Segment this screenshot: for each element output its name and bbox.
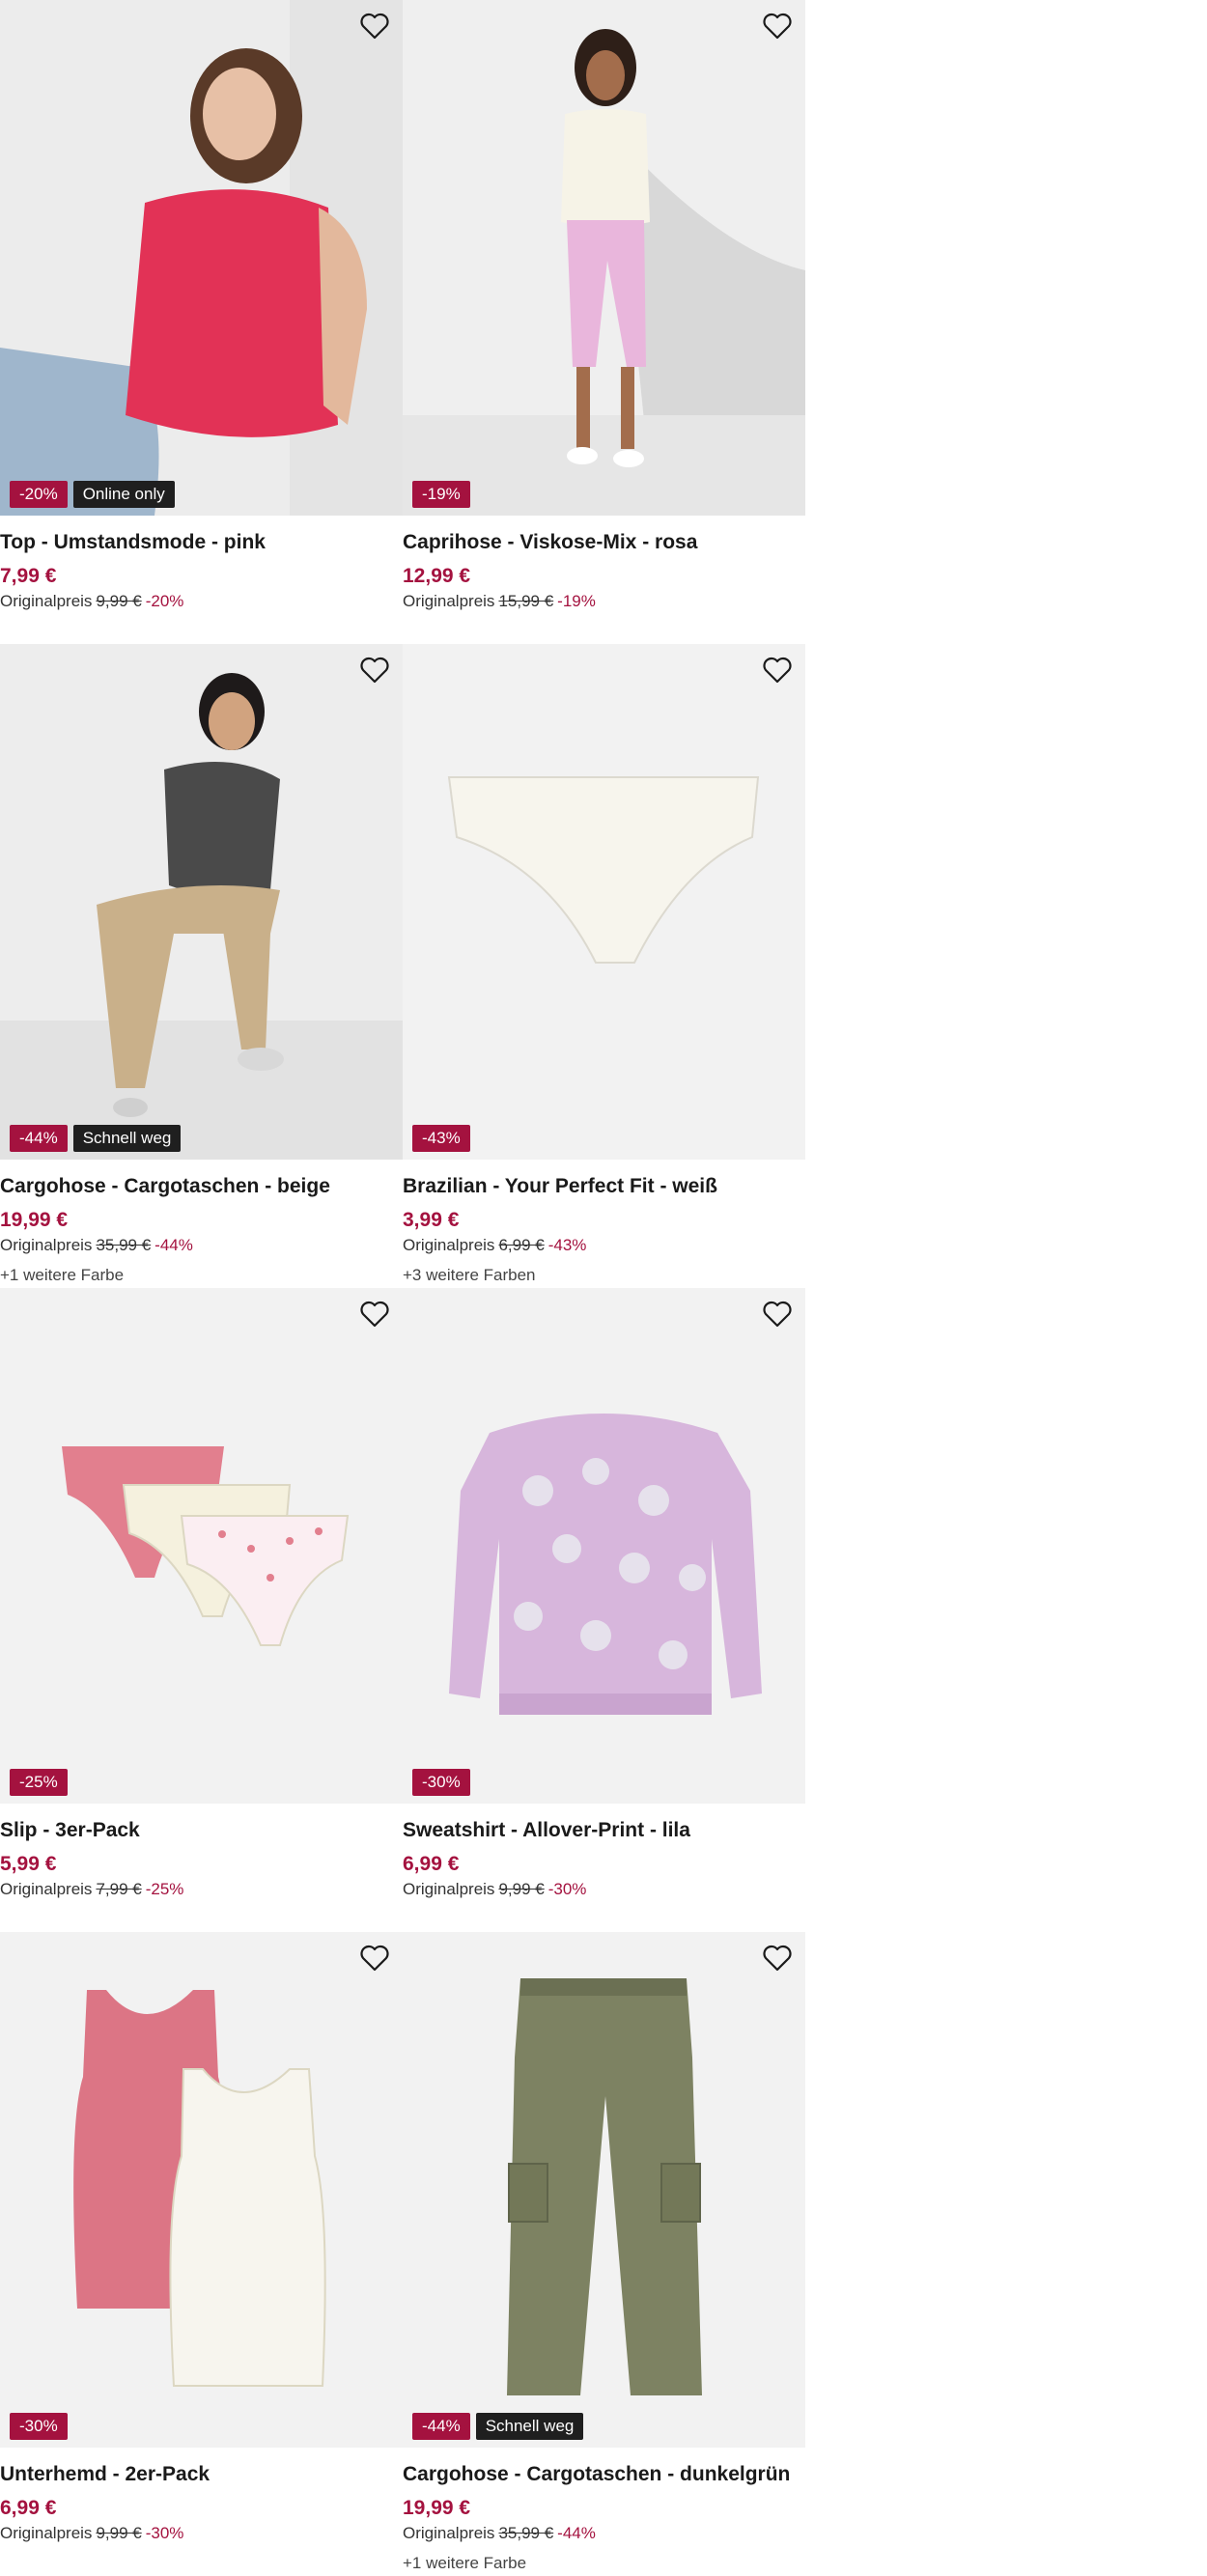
original-price: 7,99 € <box>96 1880 142 1898</box>
more-colors-link[interactable]: +3 weitere Farben <box>403 1266 536 1285</box>
discount-percent: -44% <box>154 1236 193 1254</box>
original-price-label: Originalpreis <box>0 1236 93 1254</box>
wishlist-button[interactable] <box>358 1942 391 1974</box>
product-price: 19,99 € <box>0 1209 69 1231</box>
schnell-weg-badge: Schnell weg <box>475 2413 584 2440</box>
discount-percent: -20% <box>145 592 184 610</box>
heart-outline-icon <box>360 657 389 684</box>
wishlist-button[interactable] <box>358 654 391 686</box>
original-price-label: Originalpreis <box>0 2524 93 2542</box>
product-image[interactable]: -43% <box>403 644 805 1160</box>
product-price: 7,99 € <box>0 565 57 587</box>
product-image[interactable]: -30% <box>0 1932 403 2448</box>
product-name[interactable]: Unterhemd - 2er-Pack <box>0 2463 210 2486</box>
product-image[interactable]: -25% <box>0 1288 403 1804</box>
discount-badge: -44% <box>10 1125 68 1152</box>
original-price-row: Originalpreis 6,99 € -43% <box>403 1236 586 1255</box>
original-price-label: Originalpreis <box>403 1236 495 1254</box>
discount-badge: -19% <box>412 481 470 508</box>
original-price-row: Originalpreis 35,99 € -44% <box>0 1236 193 1255</box>
wishlist-button[interactable] <box>761 1942 794 1974</box>
original-price-row: Originalpreis 9,99 € -30% <box>403 1880 586 1899</box>
original-price-row: Originalpreis 15,99 € -19% <box>403 592 596 611</box>
product-price: 5,99 € <box>0 1853 57 1875</box>
product-image[interactable]: -20% Online only <box>0 0 403 516</box>
product-name[interactable]: Brazilian - Your Perfect Fit - weiß <box>403 1175 717 1198</box>
product-name[interactable]: Cargohose - Cargotaschen - dunkelgrün <box>403 2463 790 2486</box>
heart-outline-icon <box>763 657 792 684</box>
original-price: 9,99 € <box>96 2524 142 2542</box>
heart-outline-icon <box>763 1945 792 1972</box>
discount-badge: -30% <box>412 1769 470 1796</box>
original-price-label: Originalpreis <box>403 1880 495 1898</box>
product-price: 12,99 € <box>403 565 471 587</box>
original-price-row: Originalpreis 9,99 € -20% <box>0 592 183 611</box>
original-price-row: Originalpreis 7,99 € -25% <box>0 1880 183 1899</box>
wishlist-button[interactable] <box>761 1298 794 1330</box>
product-price: 19,99 € <box>403 2497 471 2519</box>
heart-outline-icon <box>763 1301 792 1328</box>
discount-badge: -44% <box>412 2413 470 2440</box>
product-price: 6,99 € <box>403 1853 460 1875</box>
discount-percent: -43% <box>547 1236 587 1254</box>
wishlist-button[interactable] <box>358 10 391 42</box>
wishlist-button[interactable] <box>761 654 794 686</box>
discount-badge: -25% <box>10 1769 68 1796</box>
original-price: 6,99 € <box>498 1236 545 1254</box>
discount-percent: -25% <box>145 1880 184 1898</box>
badge-group: -30% <box>10 2413 68 2440</box>
badge-group: -43% <box>412 1125 470 1152</box>
product-price: 3,99 € <box>403 1209 460 1231</box>
discount-percent: -19% <box>557 592 596 610</box>
badge-group: -25% <box>10 1769 68 1796</box>
discount-percent: -30% <box>145 2524 184 2542</box>
badge-group: -30% <box>412 1769 470 1796</box>
original-price-label: Originalpreis <box>403 2524 495 2542</box>
heart-outline-icon <box>763 13 792 40</box>
wishlist-button[interactable] <box>358 1298 391 1330</box>
original-price-row: Originalpreis 35,99 € -44% <box>403 2524 596 2543</box>
heart-outline-icon <box>360 1301 389 1328</box>
original-price: 35,99 € <box>498 2524 554 2542</box>
original-price: 35,99 € <box>96 1236 152 1254</box>
badge-group: -20% Online only <box>10 481 175 508</box>
product-image[interactable]: -44% Schnell weg <box>403 1932 805 2448</box>
product-price: 6,99 € <box>0 2497 57 2519</box>
discount-percent: -30% <box>547 1880 587 1898</box>
more-colors-link[interactable]: +1 weitere Farbe <box>0 1266 124 1285</box>
discount-badge: -20% <box>10 481 68 508</box>
original-price-label: Originalpreis <box>0 1880 93 1898</box>
online-only-badge: Online only <box>72 481 175 508</box>
discount-badge: -43% <box>412 1125 470 1152</box>
original-price-label: Originalpreis <box>403 592 495 610</box>
product-name[interactable]: Top - Umstandsmode - pink <box>0 531 266 554</box>
product-name[interactable]: Sweatshirt - Allover-Print - lila <box>403 1819 690 1842</box>
badge-group: -44% Schnell weg <box>412 2413 584 2440</box>
heart-outline-icon <box>360 1945 389 1972</box>
product-name[interactable]: Slip - 3er-Pack <box>0 1819 140 1842</box>
discount-badge: -30% <box>10 2413 68 2440</box>
original-price-label: Originalpreis <box>0 592 93 610</box>
original-price: 9,99 € <box>498 1880 545 1898</box>
original-price-row: Originalpreis 9,99 € -30% <box>0 2524 183 2543</box>
heart-outline-icon <box>360 13 389 40</box>
original-price: 9,99 € <box>96 592 142 610</box>
wishlist-button[interactable] <box>761 10 794 42</box>
more-colors-link[interactable]: +1 weitere Farbe <box>403 2554 526 2573</box>
product-image[interactable]: -19% <box>403 0 805 516</box>
badge-group: -19% <box>412 481 470 508</box>
original-price: 15,99 € <box>498 592 554 610</box>
product-image[interactable]: -44% Schnell weg <box>0 644 403 1160</box>
product-name[interactable]: Cargohose - Cargotaschen - beige <box>0 1175 330 1198</box>
badge-group: -44% Schnell weg <box>10 1125 182 1152</box>
product-image[interactable]: -30% <box>403 1288 805 1804</box>
product-name[interactable]: Caprihose - Viskose-Mix - rosa <box>403 531 697 554</box>
schnell-weg-badge: Schnell weg <box>72 1125 182 1152</box>
discount-percent: -44% <box>557 2524 596 2542</box>
